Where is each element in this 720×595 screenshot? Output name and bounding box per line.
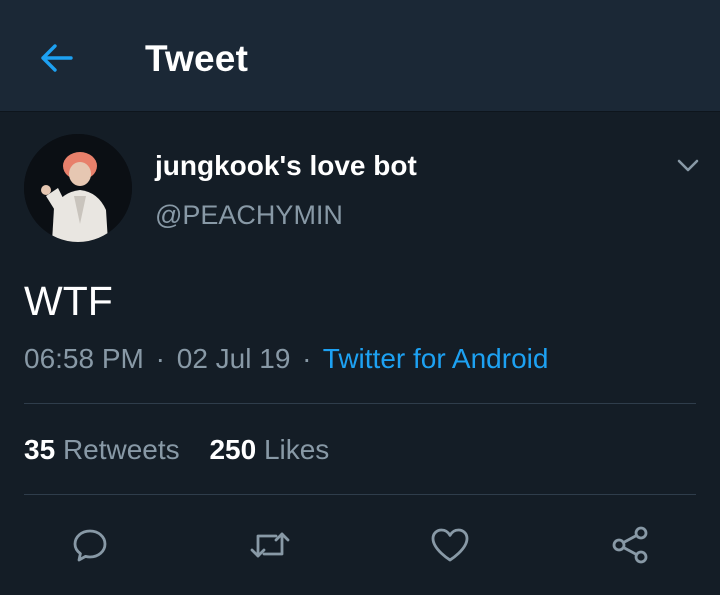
share-icon [612,526,648,564]
tweet-source-link[interactable]: Twitter for Android [323,343,549,374]
chevron-down-icon [677,159,699,172]
retweet-icon [250,532,290,558]
tweet-stats: 35 Retweets 250 Likes [24,434,329,466]
meta-separator: · [155,343,165,374]
tweet-options-button[interactable] [672,150,704,182]
app-header: Tweet [0,0,720,112]
arrow-left-icon [41,44,73,72]
like-button[interactable] [420,515,480,575]
avatar[interactable] [24,134,132,242]
page-title: Tweet [145,38,249,79]
tweet-meta: 06:58 PM · 02 Jul 19 · Twitter for Andro… [24,343,548,375]
like-icon [431,528,469,562]
retweets-count: 35 [24,434,56,465]
tweet-text: WTF [24,278,113,324]
likes-stat[interactable]: 250 Likes [209,434,329,465]
action-bar [0,515,720,575]
retweet-button[interactable] [240,515,300,575]
divider [24,403,696,404]
likes-count: 250 [209,434,257,465]
display-name[interactable]: jungkook's love bot [155,150,417,182]
reply-icon [73,529,107,562]
retweets-stat[interactable]: 35 Retweets [24,434,187,465]
user-handle[interactable]: @PEACHYMIN [155,200,343,231]
retweets-label: Retweets [62,434,180,465]
reply-button[interactable] [60,515,120,575]
divider [24,494,696,495]
tweet-date: 02 Jul 19 [176,343,291,374]
tweet-time: 06:58 PM [24,343,144,374]
avatar-image [24,134,132,242]
likes-label: Likes [263,434,330,465]
back-button[interactable] [30,36,82,80]
meta-separator: · [302,343,312,374]
share-button[interactable] [600,515,660,575]
